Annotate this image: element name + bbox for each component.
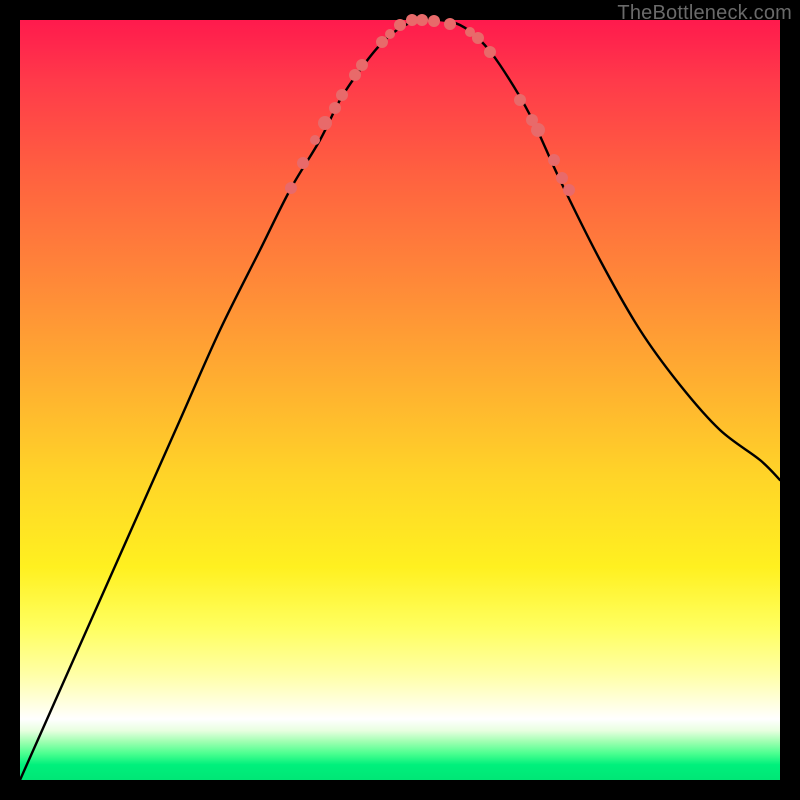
curve-marker <box>297 157 309 169</box>
curve-marker <box>416 14 428 26</box>
curve-marker <box>329 102 341 114</box>
curve-marker <box>563 184 575 196</box>
curve-markers <box>285 14 575 196</box>
curve-marker <box>356 59 368 71</box>
curve-marker <box>376 36 388 48</box>
curve-marker <box>548 154 560 166</box>
curve-marker <box>514 94 526 106</box>
curve-marker <box>444 18 456 30</box>
curve-marker <box>394 19 406 31</box>
curve-marker <box>484 46 496 58</box>
curve-marker <box>472 32 484 44</box>
curve-marker <box>385 29 395 39</box>
curve-marker <box>531 123 545 137</box>
curve-marker <box>336 89 348 101</box>
curve-marker <box>428 15 440 27</box>
chart-frame: TheBottleneck.com <box>0 0 800 800</box>
curve-marker <box>310 135 320 145</box>
curve-marker <box>349 69 361 81</box>
plot-area <box>20 20 780 780</box>
curve-marker <box>318 116 332 130</box>
curve-layer <box>20 20 780 780</box>
watermark-text: TheBottleneck.com <box>617 2 792 25</box>
curve-marker <box>285 182 297 194</box>
curve-marker <box>556 172 568 184</box>
bottleneck-curve <box>20 19 780 780</box>
